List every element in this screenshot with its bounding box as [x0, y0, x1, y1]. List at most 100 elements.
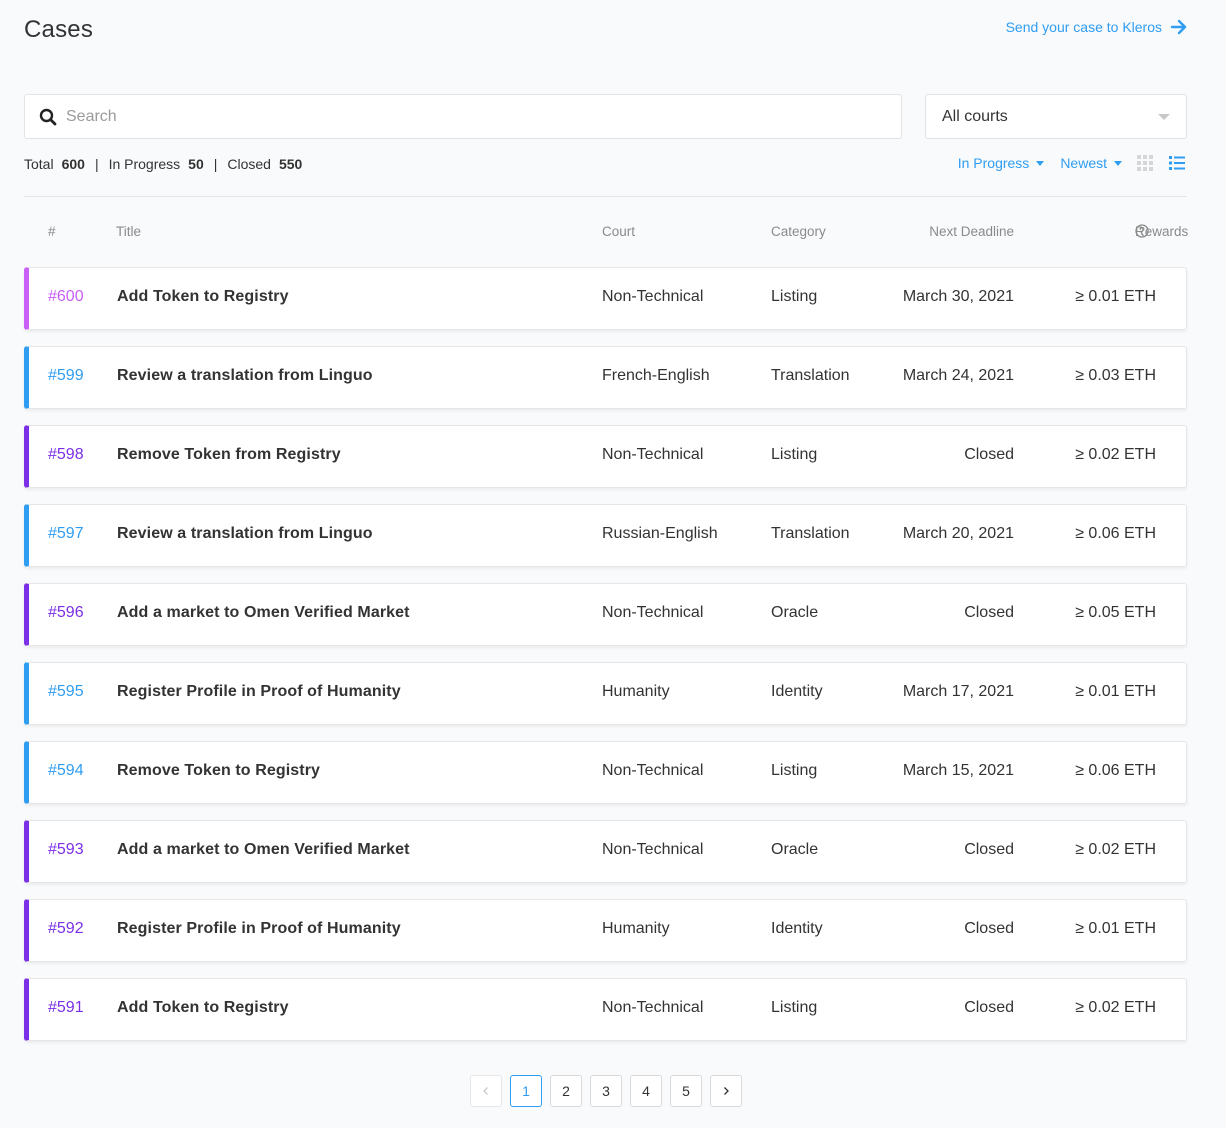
court-select[interactable]: All courts [925, 94, 1187, 139]
header-rewards: Rewards [1135, 224, 1188, 239]
case-deadline: Closed [964, 920, 1014, 937]
send-case-link[interactable]: Send your case to Kleros [1006, 18, 1188, 36]
case-deadline: Closed [964, 604, 1014, 621]
case-title: Register Profile in Proof of Humanity [117, 920, 401, 937]
case-deadline: March 17, 2021 [902, 683, 1014, 700]
case-court: Non-Technical [602, 446, 704, 463]
case-deadline: Closed [964, 841, 1014, 858]
case-number: #591 [48, 999, 84, 1016]
case-title: Add Token to Registry [117, 288, 289, 305]
header-court: Court [602, 224, 636, 239]
page-button[interactable]: 5 [670, 1075, 702, 1107]
case-title: Remove Token to Registry [117, 762, 321, 779]
case-number: #597 [48, 525, 84, 542]
table-row[interactable]: #594 Remove Token to Registry Non-Techni… [24, 741, 1187, 804]
table-row[interactable]: #600 Add Token to Registry Non-Technical… [24, 267, 1187, 330]
case-court: Humanity [602, 920, 670, 937]
table-row[interactable]: #599 Review a translation from Linguo Fr… [24, 346, 1187, 409]
case-number: #600 [48, 288, 84, 305]
table-row[interactable]: #591 Add Token to Registry Non-Technical… [24, 978, 1187, 1041]
case-court: Non-Technical [602, 604, 704, 621]
sort-label: Newest [1060, 155, 1107, 171]
case-rewards: ≥ 0.01 ETH [1075, 683, 1156, 700]
case-category: Listing [771, 999, 818, 1016]
closed-count: 550 [278, 156, 303, 172]
closed-label: Closed [227, 156, 271, 172]
next-page-button[interactable] [710, 1075, 742, 1107]
list-view-toggle[interactable] [1168, 154, 1186, 172]
caret-down-icon [1114, 160, 1122, 166]
grid-icon [1137, 155, 1153, 171]
case-rewards: ≥ 0.06 ETH [1075, 525, 1156, 542]
case-number: #593 [48, 841, 84, 858]
case-court: Russian-English [602, 525, 718, 542]
case-deadline: Closed [964, 446, 1014, 463]
case-deadline: March 20, 2021 [902, 525, 1014, 542]
case-number: #599 [48, 367, 84, 384]
case-title: Add a market to Omen Verified Market [117, 604, 410, 621]
case-title: Add Token to Registry [117, 999, 289, 1016]
case-court: Humanity [602, 683, 670, 700]
stats-separator: | [213, 156, 218, 172]
table-row[interactable]: #592 Register Profile in Proof of Humani… [24, 899, 1187, 962]
table-row[interactable]: #593 Add a market to Omen Verified Marke… [24, 820, 1187, 883]
table-row[interactable]: #598 Remove Token from Registry Non-Tech… [24, 425, 1187, 488]
arrow-right-icon [1170, 19, 1187, 35]
case-court: Non-Technical [602, 841, 704, 858]
total-count: 600 [61, 156, 85, 172]
case-court: French-English [602, 367, 710, 384]
table-row[interactable]: #596 Add a market to Omen Verified Marke… [24, 583, 1187, 646]
chevron-right-icon [724, 1087, 729, 1095]
chevron-left-icon [483, 1087, 488, 1095]
in-progress-label: In Progress [108, 156, 181, 172]
case-rewards: ≥ 0.02 ETH [1075, 999, 1156, 1016]
case-court: Non-Technical [602, 999, 704, 1016]
sort-dropdown[interactable]: Newest [1060, 155, 1122, 171]
page-button[interactable]: 4 [630, 1075, 662, 1107]
table-row[interactable]: #595 Register Profile in Proof of Humani… [24, 662, 1187, 725]
case-rewards: ≥ 0.01 ETH [1075, 288, 1156, 305]
case-court: Non-Technical [602, 288, 704, 305]
case-title: Add a market to Omen Verified Market [117, 841, 410, 858]
header-num: # [48, 224, 56, 239]
page-button[interactable]: 2 [550, 1075, 582, 1107]
filters-bar: In Progress Newest [942, 154, 1186, 172]
in-progress-count: 50 [188, 156, 204, 172]
page-button[interactable]: 3 [590, 1075, 622, 1107]
table-row[interactable]: #597 Review a translation from Linguo Ru… [24, 504, 1187, 567]
case-rewards: ≥ 0.01 ETH [1075, 920, 1156, 937]
send-case-label: Send your case to Kleros [1005, 19, 1162, 35]
case-deadline: March 30, 2021 [902, 288, 1014, 305]
case-number: #596 [48, 604, 84, 621]
court-select-value: All courts [942, 107, 1008, 125]
case-stats: Total 600 | In Progress 50 | Closed 550 [24, 156, 302, 172]
prev-page-button[interactable] [470, 1075, 502, 1107]
case-title: Review a translation from Linguo [117, 367, 373, 384]
divider [24, 196, 1187, 197]
caret-down-icon [1036, 160, 1045, 166]
grid-view-toggle[interactable] [1136, 154, 1154, 172]
case-rewards: ≥ 0.06 ETH [1075, 762, 1156, 779]
case-category: Oracle [771, 604, 819, 621]
case-number: #595 [48, 683, 84, 700]
total-label: Total [24, 156, 54, 172]
case-rewards: ≥ 0.05 ETH [1075, 604, 1156, 621]
case-number: #594 [48, 762, 84, 779]
case-category: Listing [771, 288, 818, 305]
page-title: Cases [24, 16, 94, 43]
list-icon [1169, 156, 1185, 170]
page-button[interactable]: 1 [510, 1075, 542, 1107]
search-box [24, 94, 902, 139]
status-filter-dropdown[interactable]: In Progress [958, 155, 1045, 171]
case-rewards: ≥ 0.02 ETH [1075, 841, 1156, 858]
case-category: Translation [771, 367, 850, 384]
case-deadline: March 15, 2021 [902, 762, 1014, 779]
pagination: 1 2 3 4 5 [470, 1075, 742, 1107]
case-rewards: ≥ 0.03 ETH [1075, 367, 1156, 384]
cases-list: #600 Add Token to Registry Non-Technical… [24, 267, 1187, 1057]
case-category: Identity [771, 920, 823, 937]
header-category: Category [771, 224, 826, 239]
search-input[interactable] [66, 95, 901, 138]
case-title: Remove Token from Registry [117, 446, 341, 463]
case-number: #598 [48, 446, 84, 463]
